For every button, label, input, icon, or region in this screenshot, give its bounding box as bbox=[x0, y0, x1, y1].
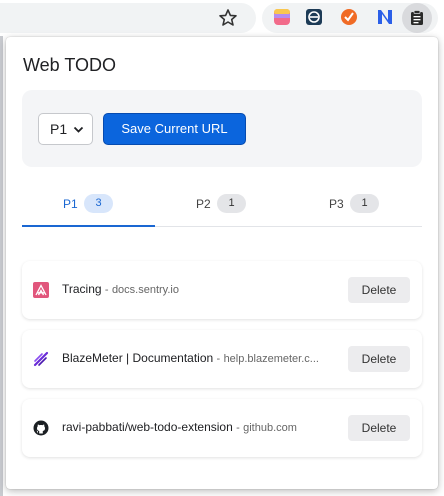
tab-label: P1 bbox=[63, 197, 78, 211]
web-todo-extension-icon bbox=[411, 10, 423, 25]
item-separator: - bbox=[216, 353, 221, 365]
list-item: BlazeMeter | Documentation - help.blazem… bbox=[22, 330, 422, 388]
tab-count-badge: 1 bbox=[217, 194, 246, 213]
browser-toolbar bbox=[0, 0, 444, 36]
item-text[interactable]: Tracing - docs.sentry.io bbox=[62, 282, 179, 296]
item-title: Tracing bbox=[62, 282, 102, 296]
save-current-url-button[interactable]: Save Current URL bbox=[103, 113, 246, 145]
sentry-icon bbox=[33, 282, 49, 298]
tab-p2[interactable]: P2 1 bbox=[155, 194, 288, 227]
priority-select[interactable]: P1 bbox=[38, 113, 93, 145]
tab-label: P2 bbox=[196, 197, 211, 211]
list-item: ravi-pabbati/web-todo-extension - github… bbox=[22, 399, 422, 457]
item-domain: docs.sentry.io bbox=[111, 284, 179, 296]
delete-button[interactable]: Delete bbox=[348, 277, 410, 303]
notes-extension-icon[interactable] bbox=[376, 8, 394, 26]
theme-extension-icon[interactable] bbox=[273, 8, 291, 26]
tracking-extension-icon[interactable] bbox=[340, 8, 358, 26]
list-item: Tracing - docs.sentry.io Delete bbox=[22, 261, 422, 319]
item-domain: github.com bbox=[243, 422, 297, 434]
tab-count-badge: 3 bbox=[84, 194, 113, 213]
item-text[interactable]: BlazeMeter | Documentation - help.blazem… bbox=[62, 351, 319, 365]
tab-label: P3 bbox=[329, 197, 344, 211]
item-separator: - bbox=[236, 422, 240, 434]
priority-tabs: P1 3 P2 1 P3 1 bbox=[22, 194, 422, 227]
item-title: ravi-pabbati/web-todo-extension bbox=[62, 420, 233, 434]
priority-select-value: P1 bbox=[50, 121, 68, 137]
chevron-down-icon bbox=[73, 126, 84, 133]
delete-button[interactable]: Delete bbox=[348, 415, 410, 441]
item-title: BlazeMeter | Documentation bbox=[62, 351, 214, 365]
tab-count-badge: 1 bbox=[350, 194, 379, 213]
tab-p1[interactable]: P1 3 bbox=[22, 194, 155, 227]
blazemeter-icon bbox=[33, 351, 49, 367]
popup-title: Web TODO bbox=[23, 55, 117, 75]
vpn-extension-icon[interactable] bbox=[305, 8, 323, 26]
web-todo-popup: Web TODO P1 Save Current URL P1 3 P2 1 P… bbox=[6, 37, 438, 489]
background-page-edge bbox=[0, 36, 3, 496]
tab-p3[interactable]: P3 1 bbox=[288, 194, 421, 227]
active-extension-button[interactable] bbox=[402, 3, 432, 33]
item-separator: - bbox=[104, 284, 109, 296]
item-domain: help.blazemeter.c... bbox=[223, 353, 319, 365]
bookmark-star-icon[interactable] bbox=[218, 8, 238, 28]
github-icon bbox=[33, 420, 49, 436]
item-text[interactable]: ravi-pabbati/web-todo-extension - github… bbox=[62, 420, 297, 434]
delete-button[interactable]: Delete bbox=[348, 346, 410, 372]
controls-panel: P1 Save Current URL bbox=[22, 90, 422, 167]
